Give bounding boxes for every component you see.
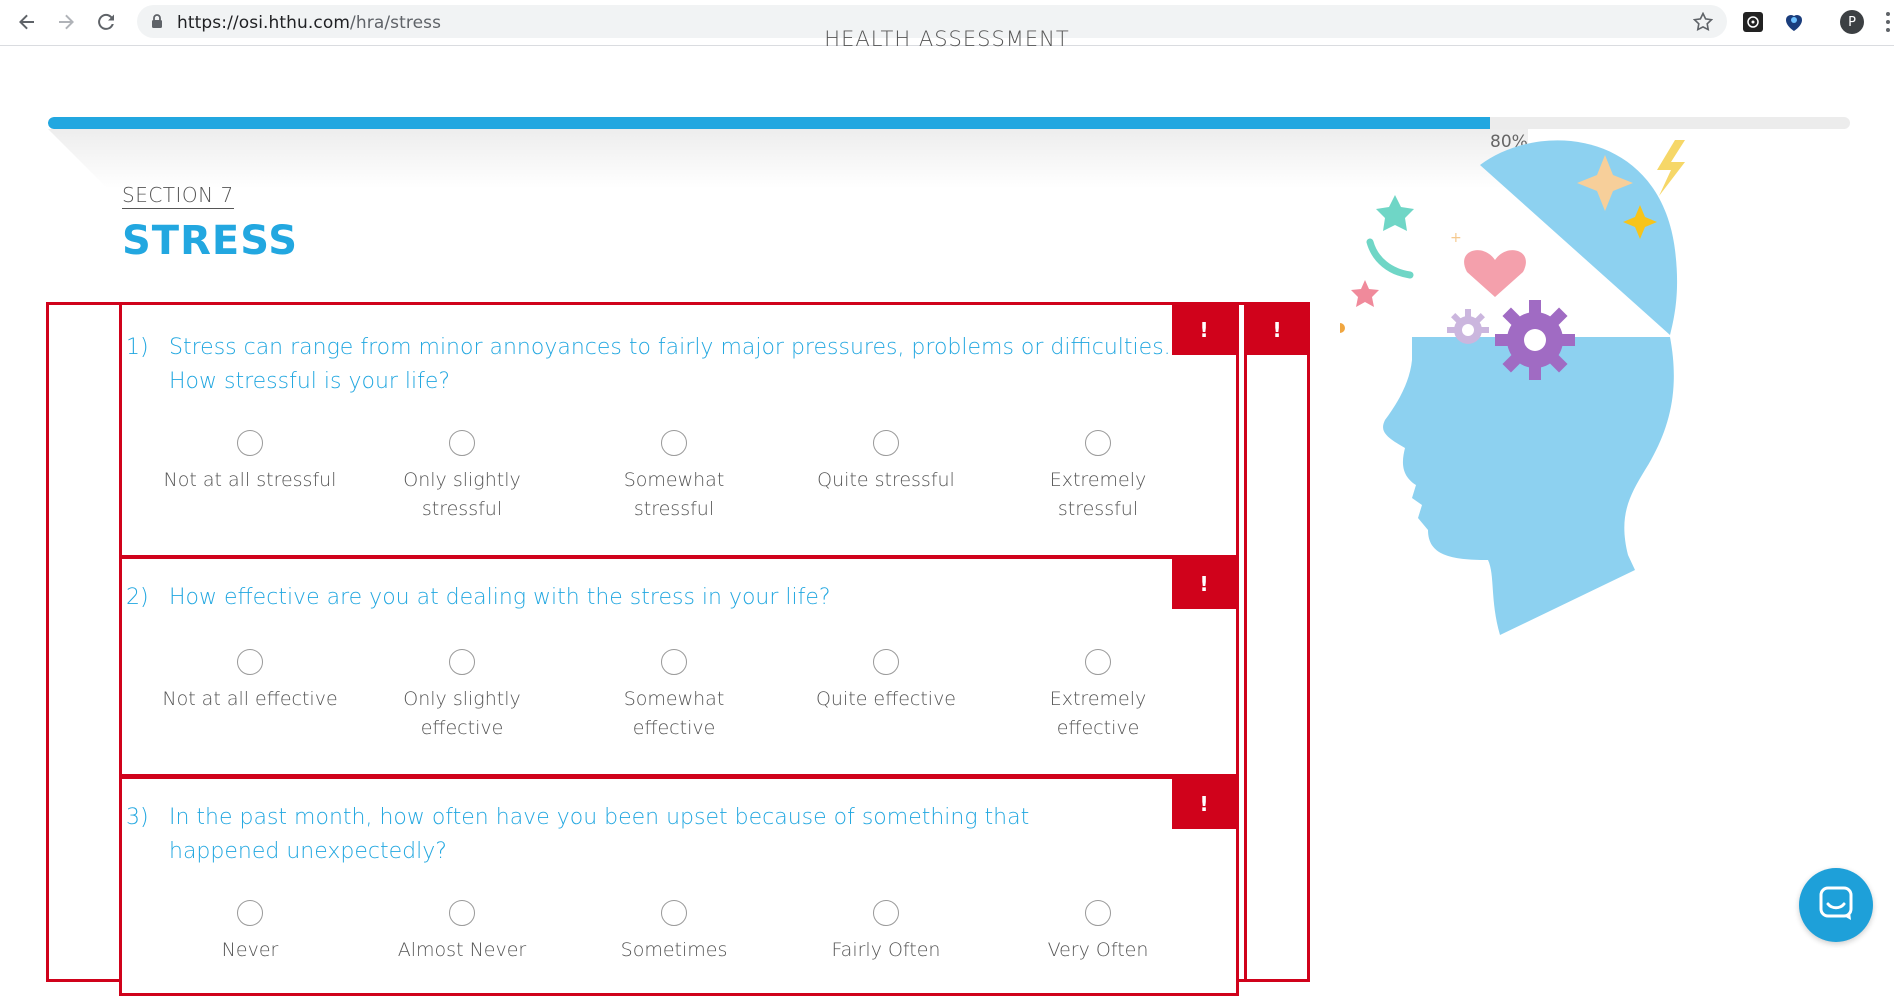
radio-button[interactable] [449,430,475,456]
option-label: Never [221,939,279,961]
question-2: 2) How effective are you at dealing with… [119,556,1239,777]
radio-button[interactable] [237,430,263,456]
question-error-flag: ! [1172,779,1236,829]
radio-button[interactable] [1085,649,1111,675]
side-error-flag: ! [1245,305,1309,355]
option-not-at-all-stressful[interactable]: Not at all stressful [160,430,340,495]
question-error-flag: ! [1172,305,1236,355]
option-only-slightly-effective[interactable]: Only slightly effective [372,649,552,743]
question-1: 1) Stress can range from minor annoyance… [119,302,1239,558]
option-label: Somewhat stressful [623,469,725,520]
option-label: Only slightly stressful [403,469,521,520]
option-very-often[interactable]: Very Often [1008,900,1188,965]
head-illustration: + [1340,140,1685,635]
section-title: STRESS [122,218,299,264]
radio-button[interactable] [661,649,687,675]
option-label: Quite effective [815,688,957,710]
question-text: How effective are you at dealing with th… [169,585,831,610]
progress-bar [48,117,1850,129]
option-label: Extremely stressful [1049,469,1147,520]
option-never[interactable]: Never [160,900,340,965]
option-label: Sometimes [620,939,728,961]
radio-button[interactable] [873,900,899,926]
section-label: SECTION 7 [122,183,234,209]
question-error-flag: ! [1172,559,1236,609]
question-number: 3) [126,805,149,830]
question-text: Stress can range from minor annoyances t… [169,335,1171,394]
radio-button[interactable] [237,649,263,675]
option-almost-never[interactable]: Almost Never [372,900,552,965]
option-fairly-often[interactable]: Fairly Often [796,900,976,965]
radio-button[interactable] [449,649,475,675]
radio-button[interactable] [449,900,475,926]
question-3: 3) In the past month, how often have you… [119,776,1239,996]
option-label: Very Often [1047,939,1149,961]
progress-fill [48,117,1490,129]
radio-button[interactable] [1085,900,1111,926]
option-quite-effective[interactable]: Quite effective [796,649,976,714]
option-label: Somewhat effective [623,688,725,739]
option-extremely-effective[interactable]: Extremely effective [1008,649,1188,743]
radio-button[interactable] [237,900,263,926]
assessment-title: HEALTH ASSESSMENT [824,27,1070,51]
radio-button[interactable] [661,430,687,456]
chat-launcher-button[interactable] [1799,868,1873,942]
radio-button[interactable] [873,649,899,675]
header-shadow [48,129,1528,189]
option-label: Not at all stressful [163,469,337,491]
option-somewhat-stressful[interactable]: Somewhat stressful [584,430,764,524]
option-label: Only slightly effective [403,688,521,739]
svg-text:+: + [1450,230,1462,246]
option-somewhat-effective[interactable]: Somewhat effective [584,649,764,743]
question-number: 2) [126,585,149,610]
option-not-at-all-effective[interactable]: Not at all effective [160,649,340,714]
radio-button[interactable] [873,430,899,456]
chat-icon [1817,884,1855,927]
option-quite-stressful[interactable]: Quite stressful [796,430,976,495]
side-error-frame [1244,302,1310,982]
option-only-slightly-stressful[interactable]: Only slightly stressful [372,430,552,524]
option-extremely-stressful[interactable]: Extremely stressful [1008,430,1188,524]
option-label: Quite stressful [817,469,955,491]
option-sometimes[interactable]: Sometimes [584,900,764,965]
option-label: Almost Never [397,939,527,961]
question-number: 1) [126,335,149,360]
question-text: In the past month, how often have you be… [169,805,1030,864]
option-label: Not at all effective [162,688,338,710]
radio-button[interactable] [1085,430,1111,456]
option-label: Extremely effective [1049,688,1147,739]
radio-button[interactable] [661,900,687,926]
option-label: Fairly Often [831,939,941,961]
